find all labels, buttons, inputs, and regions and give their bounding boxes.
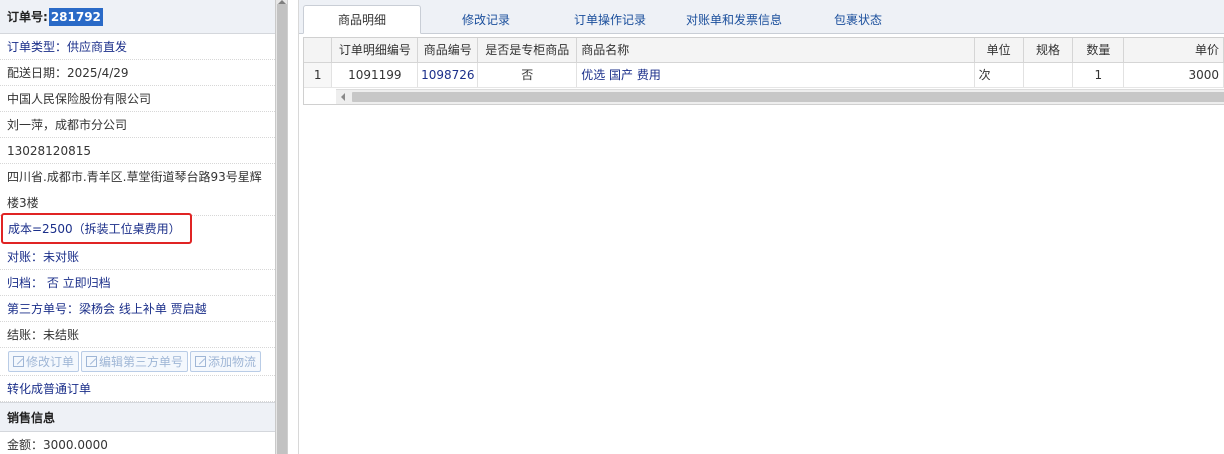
left-panel-scrollbar[interactable] (276, 0, 288, 454)
cell-unit-price: 3000 (1123, 62, 1224, 88)
cell-product-name-link[interactable]: 优选 国产 费用 (576, 62, 975, 88)
header-unit-price[interactable]: 单价 (1123, 38, 1224, 63)
cell-is-counter: 否 (477, 62, 578, 88)
add-logistics-label: 添加物流 (208, 355, 257, 369)
cell-spec (1023, 62, 1074, 88)
tab-statement-invoice[interactable]: 对账单和发票信息 (675, 5, 793, 34)
action-buttons: 修改订单 编辑第三方单号 添加物流 (0, 348, 275, 376)
grid-horizontal-scrollbar[interactable] (336, 89, 1224, 104)
edit-order-button[interactable]: 修改订单 (8, 351, 80, 372)
scroll-left-arrow-icon[interactable] (341, 93, 345, 101)
header-unit[interactable]: 单位 (974, 38, 1024, 63)
product-grid: 订单明细编号 商品编号 是否是专柜商品 商品名称 单位 规格 数量 单价 1 1… (303, 37, 1224, 105)
header-spec[interactable]: 规格 (1023, 38, 1074, 63)
cell-quantity: 1 (1072, 62, 1125, 88)
add-logistics-button[interactable]: 添加物流 (190, 351, 262, 372)
order-type: 订单类型：供应商直发 (0, 34, 275, 60)
cell-product-no-link[interactable]: 1098726 (417, 62, 479, 88)
archive-status[interactable]: 归档： 否 立即归档 (0, 270, 275, 296)
order-number-value[interactable]: 281792 (48, 7, 103, 26)
header-is-counter[interactable]: 是否是专柜商品 (477, 38, 578, 63)
edit-third-party-button[interactable]: 编辑第三方单号 (81, 351, 189, 372)
contact-name: 刘一萍，成都市分公司 (0, 112, 275, 138)
edit-order-label: 修改订单 (26, 355, 75, 369)
tab-order-operation-records[interactable]: 订单操作记录 (551, 5, 669, 34)
header-product-no[interactable]: 商品编号 (417, 38, 479, 63)
header-product-name[interactable]: 商品名称 (576, 38, 975, 63)
address-line-1: 四川省.成都市.青羊区.草堂街道琴台路93号星辉 (7, 169, 262, 184)
scrollbar-thumb[interactable] (277, 4, 287, 454)
reconcile-status: 对账：未对账 (0, 244, 275, 270)
amount: 金额：3000.0000 (0, 432, 275, 454)
delivery-address: 四川省.成都市.青羊区.草堂街道琴台路93号星辉 楼3楼 (0, 164, 275, 216)
delivery-date: 配送日期：2025/4/29 (0, 60, 275, 86)
header-quantity[interactable]: 数量 (1072, 38, 1125, 63)
row-number: 1 (304, 62, 333, 88)
tab-bar: 商品明细 修改记录 订单操作记录 对账单和发票信息 包裹状态 (299, 0, 1224, 34)
table-row[interactable]: 1 1091199 1098726 否 优选 国产 费用 次 1 3000 (304, 62, 1224, 88)
phone-number: 13028120815 (0, 138, 275, 164)
convert-to-normal-order-link[interactable]: 转化成普通订单 (0, 376, 275, 402)
order-number-row: 订单号: 281792 (0, 0, 275, 34)
sales-info-header: 销售信息 (0, 402, 275, 432)
tab-package-status[interactable]: 包裹状态 (799, 5, 917, 34)
table-header-row: 订单明细编号 商品编号 是否是专柜商品 商品名称 单位 规格 数量 单价 (304, 38, 1224, 63)
address-line-2: 楼3楼 (7, 195, 39, 210)
product-table: 订单明细编号 商品编号 是否是专柜商品 商品名称 单位 规格 数量 单价 1 1… (304, 38, 1224, 88)
order-info-panel: 订单号: 281792 订单类型：供应商直发 配送日期：2025/4/29 中国… (0, 0, 276, 454)
edit-third-party-label: 编辑第三方单号 (99, 355, 184, 369)
cell-unit: 次 (974, 62, 1024, 88)
edit-icon (195, 356, 207, 367)
edit-icon (86, 356, 98, 367)
settlement-status: 结账：未结账 (0, 322, 275, 348)
company-name: 中国人民保险股份有限公司 (0, 86, 275, 112)
horizontal-scrollbar-thumb[interactable] (352, 92, 1224, 102)
header-detail-no[interactable]: 订单明细编号 (331, 38, 419, 63)
edit-icon (13, 356, 24, 367)
header-row-number (304, 38, 333, 63)
detail-panel: 商品明细 修改记录 订单操作记录 对账单和发票信息 包裹状态 订单明细编号 商品… (298, 0, 1224, 454)
third-party-number: 第三方单号：梁杨会 线上补单 贾启越 (0, 296, 275, 322)
order-number-label: 订单号: (7, 10, 48, 24)
tab-product-detail[interactable]: 商品明细 (303, 5, 421, 34)
cost-info: 成本=2500（拆装工位桌费用） (1, 213, 192, 244)
cell-detail-no: 1091199 (331, 62, 419, 88)
tab-modify-records[interactable]: 修改记录 (427, 5, 545, 34)
